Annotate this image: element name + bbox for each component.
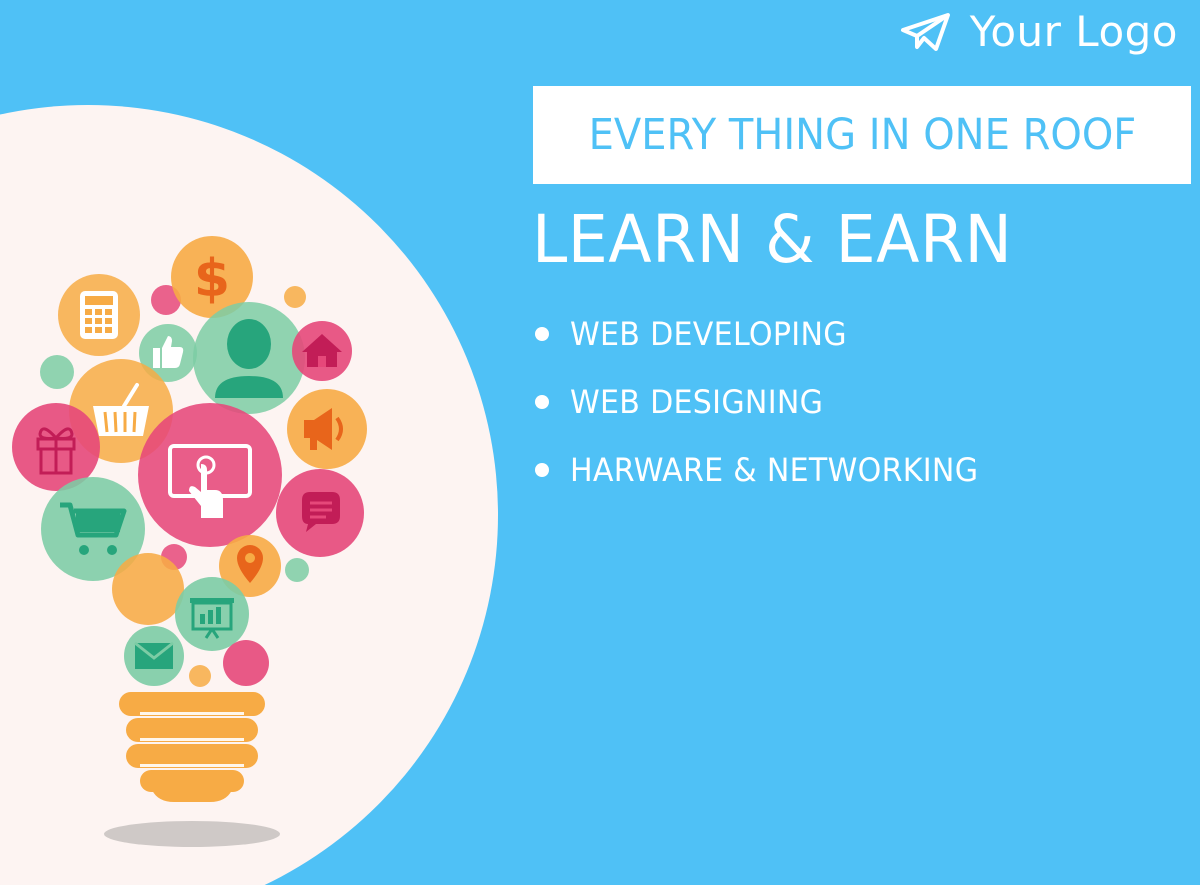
service-label: WEB DESIGNING xyxy=(570,383,824,421)
decor-circle xyxy=(112,553,184,625)
list-item: HARWARE & NETWORKING xyxy=(535,436,1004,504)
list-item: WEB DEVELOPING xyxy=(535,300,1004,368)
bullet-icon xyxy=(535,463,549,477)
small-dot xyxy=(189,665,211,687)
service-label: WEB DEVELOPING xyxy=(570,315,847,353)
calculator-icon xyxy=(58,274,140,356)
tagline-text: EVERY THING IN ONE ROOF xyxy=(588,110,1136,160)
decor-circle xyxy=(223,640,269,686)
small-dot xyxy=(285,558,309,582)
bulb-shadow xyxy=(104,821,280,847)
person-icon xyxy=(193,302,305,414)
small-dot xyxy=(40,355,74,389)
touch-screen-icon xyxy=(138,403,282,547)
brand-logo[interactable]: Your Logo xyxy=(900,8,1178,56)
logo-text: Your Logo xyxy=(969,7,1178,56)
svg-text:$: $ xyxy=(194,249,230,309)
home-icon xyxy=(292,321,352,381)
chat-bubble-icon xyxy=(276,469,364,557)
services-list: WEB DEVELOPING WEB DESIGNING HARWARE & N… xyxy=(535,300,1004,504)
envelope-icon xyxy=(124,626,184,686)
small-dot xyxy=(284,286,306,308)
presentation-icon xyxy=(175,577,249,651)
promo-banner: $ Your Logo EVERY THING IN ONE ROOF LEAR… xyxy=(0,0,1200,885)
megaphone-icon xyxy=(287,389,367,469)
list-item: WEB DESIGNING xyxy=(535,368,1004,436)
tagline-box: EVERY THING IN ONE ROOF xyxy=(533,86,1191,184)
bullet-icon xyxy=(535,327,549,341)
paper-plane-icon xyxy=(900,13,950,51)
bullet-icon xyxy=(535,395,549,409)
service-label: HARWARE & NETWORKING xyxy=(570,451,979,489)
headline: LEARN & EARN xyxy=(532,201,1013,278)
